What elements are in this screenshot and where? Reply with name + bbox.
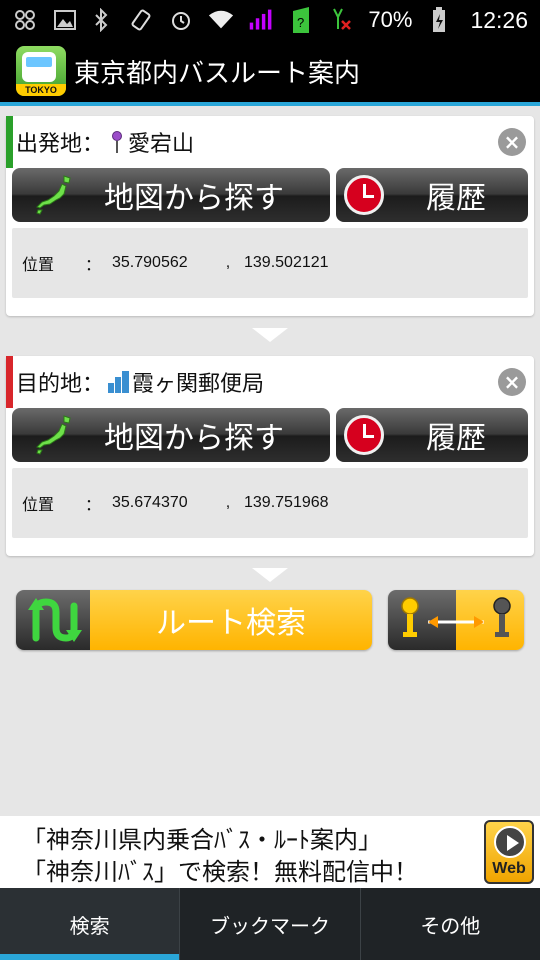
clock-icon [344, 415, 384, 455]
route-icon [28, 598, 82, 642]
route-search-button[interactable]: ルート検索 [16, 590, 372, 650]
signal-x-icon [328, 7, 354, 33]
japan-map-icon [36, 415, 71, 455]
alarm-icon [168, 7, 194, 33]
origin-history-button-label: 履歴 [426, 181, 486, 216]
destination-stripe [6, 356, 13, 408]
origin-map-button-label: 地図から探す [104, 181, 284, 216]
destination-name: 霞ヶ関郵便局 [132, 372, 265, 397]
wifi-icon [208, 7, 234, 33]
app-logo: TOKYO [16, 46, 66, 96]
origin-label-text: 出発地： [16, 132, 105, 157]
ad-line-2: 「神奈川ﾊﾞｽ」で検索！無料配信中！ [22, 858, 418, 886]
app-bar: TOKYO 東京都内バスルート案内 [0, 40, 540, 106]
web-play-icon[interactable]: Web [484, 820, 534, 884]
origin-coord-colon: ： [84, 257, 101, 274]
destination-latitude: 35.674370 [112, 494, 188, 511]
image-icon [52, 7, 78, 33]
swap-origin-destination-button[interactable] [388, 590, 524, 650]
destination-history-button[interactable]: 履歴 [336, 408, 528, 462]
battery-icon [426, 7, 452, 33]
swap-arrows-icon [401, 597, 511, 637]
origin-map-search-button[interactable]: 地図から探す [12, 168, 330, 222]
origin-stripe [6, 116, 13, 168]
bottom-tab-bar: 検索 ブックマーク その他 [0, 888, 540, 960]
ad-banner[interactable]: 「神奈川県内乗合ﾊﾞｽ・ﾙｰﾄ案内」 「神奈川ﾊﾞｽ」で検索！無料配信中！ We… [0, 816, 540, 888]
pinwheel-icon [12, 7, 38, 33]
status-bar: ? 70% 12:26 [0, 0, 540, 40]
bus-stop-pin-icon [110, 129, 124, 155]
route-search-label: ルート検索 [90, 590, 372, 650]
origin-longitude: 139.502121 [244, 254, 329, 271]
destination-label-text: 目的地： [16, 372, 105, 397]
origin-coord-label: 位置 [22, 255, 55, 274]
building-icon [108, 371, 130, 393]
origin-latitude: 35.790562 [112, 254, 188, 271]
data-icon: ? [288, 7, 314, 33]
battery-percent: 70% [368, 7, 413, 32]
origin-label: 出発地： 愛宕山 [16, 126, 194, 158]
ad-line-1: 「神奈川県内乗合ﾊﾞｽ・ﾙｰﾄ案内」 [22, 826, 382, 854]
tab-other[interactable]: その他 [359, 888, 540, 960]
bus-icon [22, 52, 56, 82]
origin-name: 愛宕山 [128, 132, 195, 157]
destination-map-button-label: 地図から探す [104, 421, 284, 456]
logo-tag: TOKYO [16, 84, 66, 96]
app-title: 東京都内バスルート案内 [74, 58, 361, 89]
destination-card: 目的地： 霞ヶ関郵便局 × 地図から探す 履歴 位置 ： 35.674370 ,… [6, 356, 534, 556]
play-icon [494, 826, 526, 858]
destination-coord-comma: , [225, 494, 231, 511]
destination-coordinates: 位置 ： 35.674370 , 139.751968 [12, 468, 528, 538]
origin-clear-button[interactable]: × [498, 128, 526, 156]
web-label: Web [492, 860, 526, 877]
origin-coord-comma: , [225, 254, 231, 271]
destination-coord-label: 位置 [22, 495, 55, 514]
origin-card: 出発地： 愛宕山 × 地図から探す 履歴 位置 ： 35.790562 , 13… [6, 116, 534, 316]
origin-header[interactable]: 出発地： 愛宕山 × [6, 116, 534, 168]
rotate-icon [128, 7, 154, 33]
destination-longitude: 139.751968 [244, 494, 329, 511]
bluetooth-icon [88, 7, 114, 33]
destination-clear-button[interactable]: × [498, 368, 526, 396]
signal-icon [248, 7, 274, 33]
clock-time: 12:26 [470, 6, 528, 33]
tab-bookmarks[interactable]: ブックマーク [179, 888, 359, 960]
tab-search[interactable]: 検索 [0, 888, 180, 960]
destination-history-button-label: 履歴 [426, 421, 486, 456]
origin-history-button[interactable]: 履歴 [336, 168, 528, 222]
destination-map-search-button[interactable]: 地図から探す [12, 408, 330, 462]
down-arrow-icon [252, 568, 288, 582]
down-arrow-icon [252, 328, 288, 342]
japan-map-icon [36, 175, 71, 215]
destination-coord-colon: ： [84, 497, 101, 514]
route-search-icon-area [16, 590, 90, 650]
origin-coordinates: 位置 ： 35.790562 , 139.502121 [12, 228, 528, 298]
destination-label: 目的地： 霞ヶ関郵便局 [16, 366, 264, 398]
svg-text:?: ? [297, 15, 304, 30]
destination-header[interactable]: 目的地： 霞ヶ関郵便局 × [6, 356, 534, 408]
clock-icon [344, 175, 384, 215]
